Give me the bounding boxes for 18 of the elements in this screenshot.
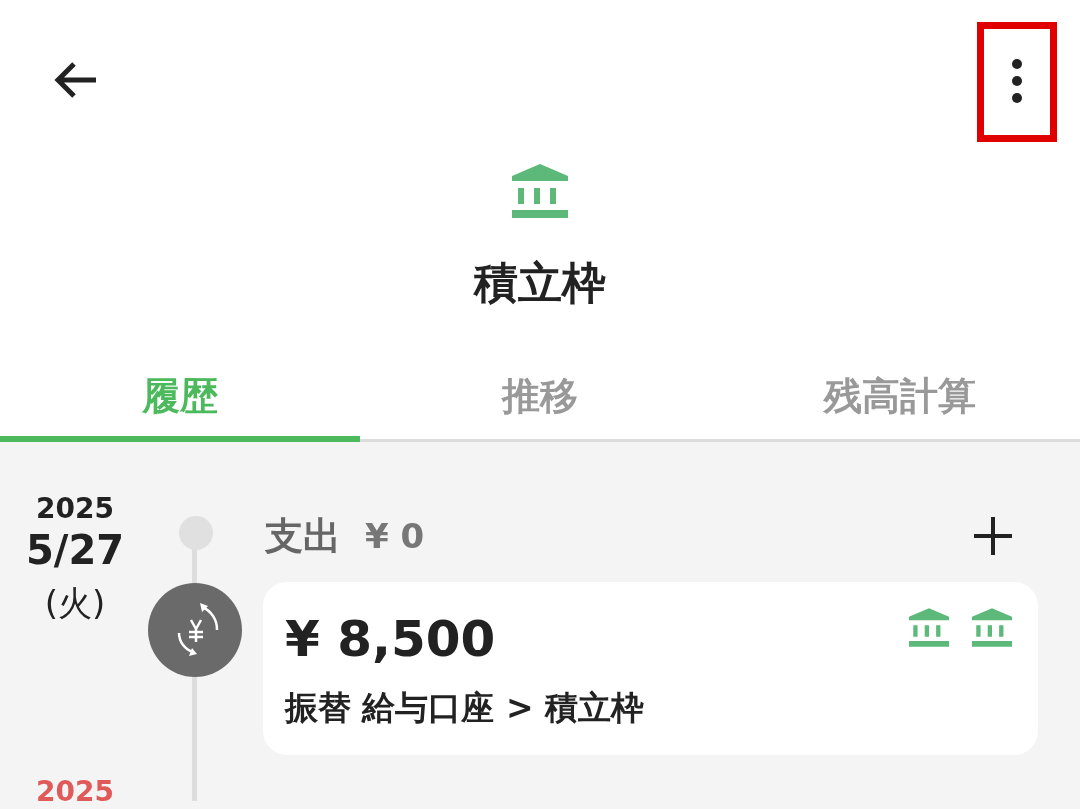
transaction-description: 振替 給与口座 > 積立枠 [285, 687, 646, 729]
bank-icon [972, 608, 1012, 647]
add-icon[interactable] [974, 517, 1012, 555]
transfer-icon [147, 582, 243, 678]
transaction-card[interactable]: ¥ 8,500 振替 給与口座 > 積立枠 [263, 582, 1038, 755]
year-label: 2025 [36, 492, 114, 525]
menu-icon[interactable] [1011, 58, 1023, 103]
expense-amount: ¥ 0 [365, 516, 425, 556]
date-label: 5/27 [25, 527, 125, 573]
expense-label: 支出 [265, 512, 341, 560]
tab[interactable]: 残高計算 [720, 359, 1080, 442]
amount-text: ¥ 8,500 [285, 610, 496, 668]
weekday-label: (火) [44, 582, 106, 625]
bank-icon [909, 608, 949, 647]
account-title: 積立枠 [474, 256, 606, 310]
bank-icon [512, 164, 568, 218]
tab[interactable]: 推移 [360, 359, 720, 442]
year-label: 2025 [36, 775, 114, 808]
